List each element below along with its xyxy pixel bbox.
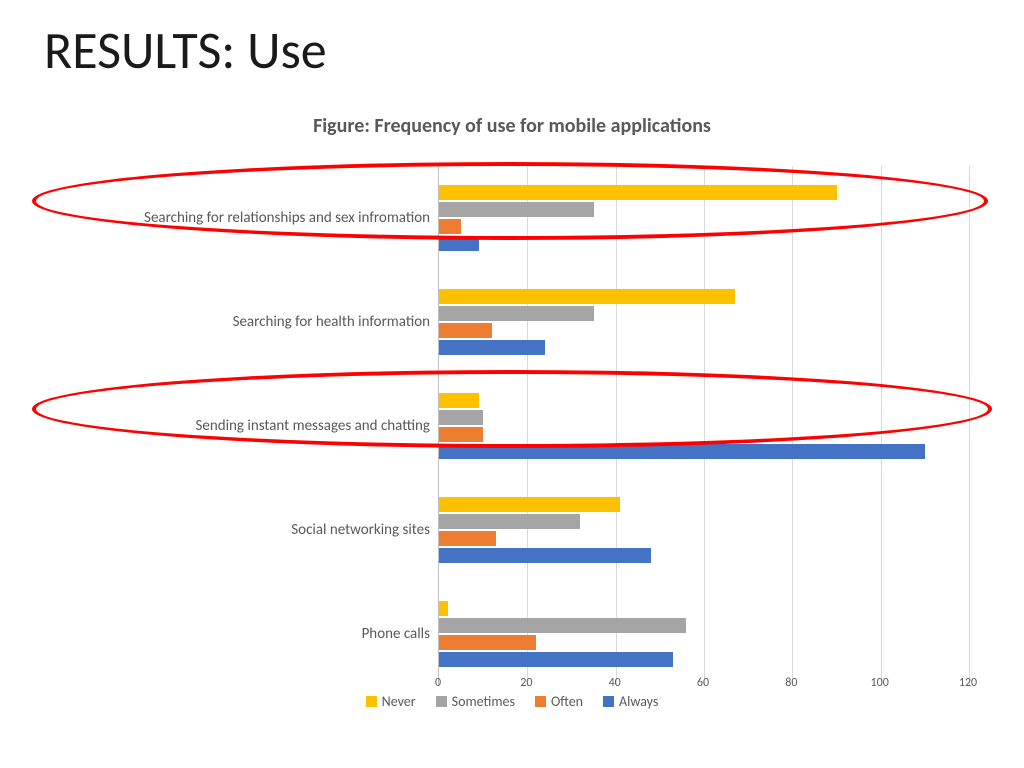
bar <box>439 497 620 512</box>
bar <box>439 618 686 633</box>
bar <box>439 306 594 321</box>
legend-swatch <box>603 696 614 707</box>
bar <box>439 236 479 251</box>
legend-swatch <box>366 696 377 707</box>
bar <box>439 289 735 304</box>
legend: Never Sometimes Often Always <box>34 693 990 710</box>
bar <box>439 635 536 650</box>
bar <box>439 340 545 355</box>
category-label: Searching for health information <box>34 313 430 331</box>
category-label: Searching for relationships and sex infr… <box>34 209 430 227</box>
legend-item: Sometimes <box>436 693 515 710</box>
bar <box>439 601 448 616</box>
legend-item: Never <box>366 693 416 710</box>
category-label: Phone calls <box>34 625 430 643</box>
category-group: Phone calls <box>34 582 990 686</box>
bar <box>439 410 483 425</box>
category-group: Searching for relationships and sex infr… <box>34 166 990 270</box>
bar <box>439 444 925 459</box>
bar <box>439 202 594 217</box>
legend-item: Always <box>603 693 658 710</box>
bar <box>439 219 461 234</box>
legend-label: Always <box>619 693 658 710</box>
bar <box>439 323 492 338</box>
legend-label: Often <box>551 693 583 710</box>
category-group: Sending instant messages and chatting <box>34 374 990 478</box>
category-label: Social networking sites <box>34 521 430 539</box>
category-label: Sending instant messages and chatting <box>34 417 430 435</box>
legend-swatch <box>436 696 447 707</box>
bar <box>439 514 580 529</box>
legend-label: Sometimes <box>452 693 515 710</box>
category-group: Searching for health information <box>34 270 990 374</box>
bar <box>439 652 673 667</box>
bar <box>439 185 837 200</box>
bar <box>439 393 479 408</box>
page-title: RESULTS: Use <box>44 18 327 82</box>
bar <box>439 531 496 546</box>
chart: 020406080100120 Searching for relationsh… <box>34 150 990 710</box>
bar <box>439 548 651 563</box>
legend-item: Often <box>535 693 583 710</box>
legend-label: Never <box>382 693 416 710</box>
legend-swatch <box>535 696 546 707</box>
bar <box>439 427 483 442</box>
category-group: Social networking sites <box>34 478 990 582</box>
chart-title: Figure: Frequency of use for mobile appl… <box>0 114 1024 138</box>
